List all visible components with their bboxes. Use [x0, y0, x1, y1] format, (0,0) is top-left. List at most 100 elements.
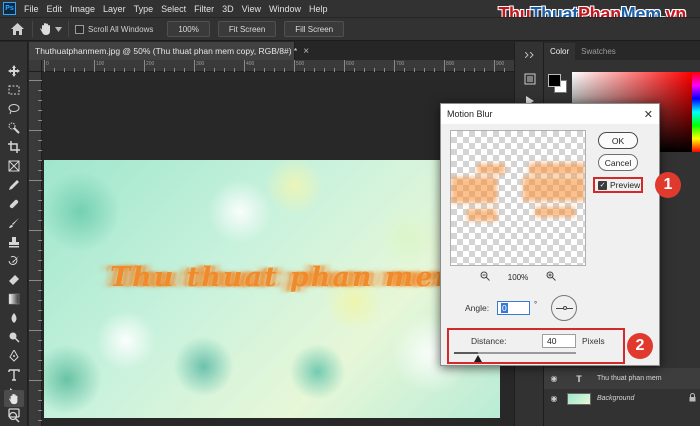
tab-color[interactable]: Color — [544, 43, 576, 60]
filter-preview[interactable] — [450, 130, 586, 266]
menu-window[interactable]: Window — [265, 4, 305, 14]
image-layer-thumbnail — [567, 392, 591, 405]
eyedropper-tool-icon[interactable] — [4, 176, 24, 193]
zoom-in-icon[interactable] — [546, 271, 557, 284]
preview-highlight-box: ✓ Preview — [593, 177, 643, 193]
type-tool-icon[interactable] — [4, 366, 24, 383]
distance-input[interactable]: 40 — [542, 334, 576, 348]
ruler-major-tick — [344, 60, 345, 72]
angle-row: Angle: 0 ° — [441, 295, 661, 321]
document-tab[interactable]: Thuthuatphanmem.jpg @ 50% (Thu thuat pha… — [29, 42, 309, 60]
close-document-icon[interactable]: × — [303, 46, 309, 57]
angle-dial-center — [563, 306, 567, 310]
ruler-major-tick — [394, 60, 395, 72]
dialog-titlebar[interactable]: Motion Blur ✕ — [441, 104, 659, 124]
ruler-tick-label: 400 — [246, 61, 255, 67]
menu-type[interactable]: Type — [130, 4, 158, 14]
history-panel-icon[interactable] — [523, 72, 537, 86]
ruler-origin[interactable] — [29, 60, 42, 72]
callout-1: 1 — [655, 172, 681, 198]
home-icon[interactable] — [8, 20, 26, 38]
distance-label: Distance: — [471, 336, 507, 346]
hand-tool-icon[interactable] — [4, 390, 24, 407]
menu-3d[interactable]: 3D — [218, 4, 238, 14]
blur-preview-shape — [467, 209, 497, 221]
image-canvas[interactable]: Thu thuat phan mem — [44, 160, 500, 418]
zoom-out-icon[interactable] — [480, 271, 490, 284]
callout-2: 2 — [627, 333, 653, 359]
ruler-tick — [29, 380, 42, 381]
fill-screen-button[interactable]: Fill Screen — [284, 21, 345, 37]
menu-select[interactable]: Select — [157, 4, 190, 14]
vertical-ruler[interactable] — [29, 72, 42, 426]
ruler-major-tick — [194, 60, 195, 72]
menu-help[interactable]: Help — [305, 4, 332, 14]
dialog-title: Motion Blur — [447, 109, 493, 119]
angle-dial[interactable] — [551, 295, 577, 321]
ruler-tick-label: 900 — [496, 61, 505, 67]
layer-row[interactable]: ◉ Background — [544, 388, 700, 409]
crop-tool-icon[interactable] — [4, 138, 24, 155]
fit-screen-button[interactable]: Fit Screen — [217, 21, 277, 37]
gradient-tool-icon[interactable] — [4, 290, 24, 307]
distance-unit: Pixels — [582, 336, 605, 346]
distance-highlight-box: Distance: 40 Pixels — [447, 328, 625, 364]
collapse-panels-icon[interactable] — [523, 48, 537, 62]
menu-image[interactable]: Image — [66, 4, 99, 14]
history-brush-tool-icon[interactable] — [4, 252, 24, 269]
zoom-tool-icon[interactable] — [4, 408, 24, 425]
eraser-tool-icon[interactable] — [4, 271, 24, 288]
distance-slider-thumb[interactable] — [474, 355, 483, 362]
zoom-100-button[interactable]: 100% — [167, 21, 210, 37]
layer-name: Background — [597, 395, 635, 402]
quick-select-tool-icon[interactable] — [4, 119, 24, 136]
degree-symbol: ° — [534, 300, 538, 309]
ruler-major-tick — [444, 60, 445, 72]
lock-icon — [689, 393, 696, 404]
tool-preset-picker[interactable] — [39, 22, 62, 36]
close-icon[interactable]: ✕ — [644, 108, 653, 121]
distance-slider-fill — [454, 352, 479, 354]
scroll-all-windows-checkbox[interactable] — [75, 24, 84, 34]
angle-input[interactable]: 0 — [497, 301, 530, 315]
pen-tool-icon[interactable] — [4, 347, 24, 364]
foreground-color-swatch[interactable] — [548, 74, 561, 87]
ruler-tick — [29, 180, 42, 181]
visibility-eye-icon[interactable]: ◉ — [547, 374, 561, 383]
text-layer-thumbnail: T — [576, 373, 582, 384]
horizontal-ruler[interactable]: 0 100 200 300 400 500 600 700 800 900 — [42, 60, 514, 72]
brush-tool-icon[interactable] — [4, 214, 24, 231]
blur-tool-icon[interactable] — [4, 309, 24, 326]
hand-icon — [40, 23, 50, 35]
clone-stamp-tool-icon[interactable] — [4, 233, 24, 250]
canvas-text-layer: Thu thuat phan mem — [110, 262, 466, 293]
ok-button[interactable]: OK — [598, 132, 638, 149]
menu-filter[interactable]: Filter — [190, 4, 218, 14]
preview-checkbox[interactable]: ✓ — [598, 180, 607, 190]
lasso-tool-icon[interactable] — [4, 100, 24, 117]
hue-slider[interactable] — [692, 72, 700, 152]
healing-brush-tool-icon[interactable] — [4, 195, 24, 212]
marquee-tool-icon[interactable] — [4, 81, 24, 98]
menu-view[interactable]: View — [238, 4, 265, 14]
ruler-tick-label: 800 — [446, 61, 455, 67]
frame-tool-icon[interactable] — [4, 157, 24, 174]
preview-label: Preview — [610, 180, 641, 190]
distance-slider[interactable] — [454, 352, 576, 362]
ruler-tick-label: 0 — [46, 61, 49, 67]
menu-layer[interactable]: Layer — [99, 4, 130, 14]
dodge-tool-icon[interactable] — [4, 328, 24, 345]
visibility-eye-icon[interactable]: ◉ — [547, 394, 561, 403]
document-title: Thuthuatphanmem.jpg @ 50% (Thu thuat pha… — [35, 46, 298, 56]
ruler-tick — [29, 280, 42, 281]
ruler-major-tick — [494, 60, 495, 72]
menu-file[interactable]: File — [20, 4, 43, 14]
tab-swatches[interactable]: Swatches — [575, 43, 622, 60]
separator — [32, 21, 33, 37]
layer-row[interactable]: ◉ T Thu thuat phan mem — [544, 368, 700, 389]
ruler-tick-label: 200 — [146, 61, 155, 67]
move-tool-icon[interactable] — [4, 62, 24, 79]
ruler-tick — [29, 130, 42, 131]
cancel-button[interactable]: Cancel — [598, 154, 638, 171]
menu-edit[interactable]: Edit — [43, 4, 67, 14]
